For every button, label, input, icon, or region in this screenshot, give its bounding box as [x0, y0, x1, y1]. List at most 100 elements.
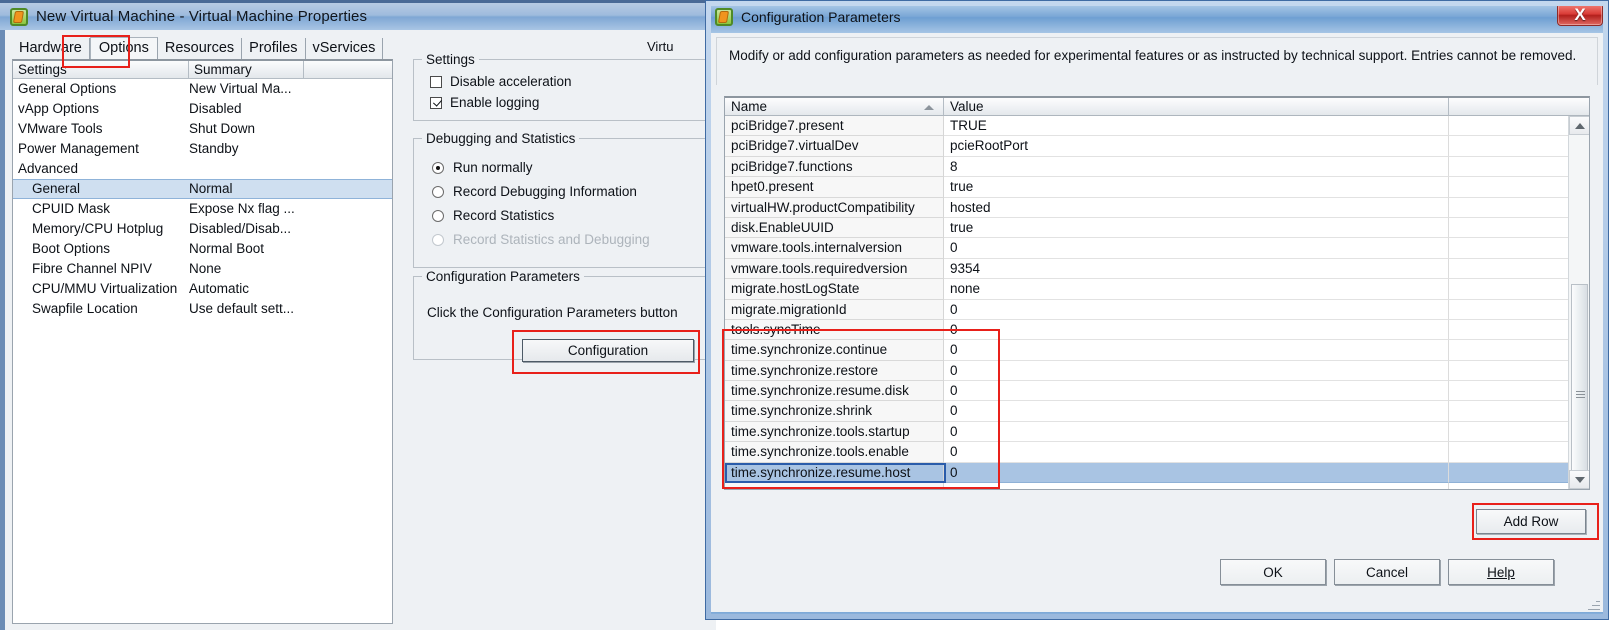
- table-row[interactable]: time.synchronize.resume.disk 0: [725, 381, 1589, 402]
- scroll-up-icon[interactable]: [1569, 116, 1589, 135]
- configuration-parameters-table[interactable]: Name Value pciBridge7.present TRUE pciBrid…: [724, 96, 1590, 490]
- table-cell-name[interactable]: migrate.migrationId: [725, 299, 944, 320]
- cancel-button[interactable]: Cancel: [1334, 559, 1440, 585]
- settings-list-panel[interactable]: Settings Summary General Options New Virt…: [12, 59, 393, 624]
- table-cell-value[interactable]: none: [944, 279, 1449, 300]
- table-cell-name[interactable]: hpet0.present: [725, 177, 944, 198]
- ok-button[interactable]: OK: [1220, 559, 1326, 585]
- checkbox-enable-logging-box[interactable]: [430, 96, 442, 109]
- table-cell-name[interactable]: time.synchronize.resume.disk: [725, 381, 944, 402]
- table-cell-name[interactable]: pciBridge7.virtualDev: [725, 136, 944, 157]
- settings-column-summary[interactable]: Summary: [189, 61, 304, 79]
- settings-row[interactable]: General Normal: [13, 179, 392, 199]
- table-cell-value[interactable]: 0: [944, 442, 1449, 463]
- table-cell-value[interactable]: 0: [944, 360, 1449, 382]
- table-cell-name[interactable]: migrate.hostLogState: [725, 279, 944, 300]
- column-header-name[interactable]: Name: [725, 98, 944, 116]
- table-row[interactable]: virtualHW.productCompatibility hosted: [725, 197, 1589, 218]
- scroll-down-icon[interactable]: [1569, 470, 1589, 489]
- settings-row[interactable]: Swapfile Location Use default sett...: [13, 299, 392, 319]
- settings-row[interactable]: vApp Options Disabled: [13, 99, 392, 119]
- table-cell-value[interactable]: 0: [944, 299, 1449, 320]
- checkbox-disable-acceleration[interactable]: Disable acceleration: [430, 74, 572, 89]
- settings-column-extra[interactable]: [304, 61, 392, 79]
- table-row[interactable]: hpet0.present true: [725, 177, 1589, 198]
- radio-run-normally[interactable]: Run normally: [432, 160, 533, 175]
- table-cell-name[interactable]: time.synchronize.tools.startup: [725, 421, 944, 443]
- radio-run-normally-dot[interactable]: [432, 161, 444, 174]
- table-cell-value[interactable]: 9354: [944, 258, 1449, 280]
- settings-row[interactable]: Advanced: [13, 159, 392, 179]
- settings-column-settings[interactable]: Settings: [13, 61, 189, 79]
- add-row-button[interactable]: Add Row: [1476, 509, 1586, 534]
- table-cell-name[interactable]: time.synchronize.shrink: [725, 401, 944, 422]
- table-row[interactable]: disk.EnableUUID true: [725, 217, 1589, 239]
- settings-row[interactable]: CPUID Mask Expose Nx flag ...: [13, 199, 392, 219]
- close-icon[interactable]: X: [1557, 4, 1603, 26]
- table-cell-value[interactable]: hosted: [944, 197, 1449, 218]
- tab-options[interactable]: Options: [89, 37, 158, 60]
- table-cell-value[interactable]: true: [944, 217, 1449, 239]
- tab-resources[interactable]: Resources: [158, 38, 243, 59]
- table-row[interactable]: time.synchronize.tools.startup 0: [725, 421, 1589, 443]
- settings-row[interactable]: CPU/MMU Virtualization Automatic: [13, 279, 392, 299]
- table-cell-name[interactable]: virtualHW.productCompatibility: [725, 197, 944, 218]
- table-row[interactable]: time.synchronize.restore 0: [725, 360, 1589, 382]
- configuration-button[interactable]: Configuration: [522, 339, 694, 362]
- table-row[interactable]: pciBridge7.virtualDev pcieRootPort: [725, 136, 1589, 157]
- table-row[interactable]: time.synchronize.shrink 0: [725, 401, 1589, 422]
- table-cell-value[interactable]: 0: [944, 462, 1449, 484]
- table-cell-name[interactable]: time.synchronize.resume.host: [725, 462, 944, 484]
- table-cell-name[interactable]: time.synchronize.restore: [725, 360, 944, 382]
- table-row[interactable]: pciBridge7.present TRUE: [725, 116, 1589, 137]
- table-row[interactable]: pciBridge7.functions 8: [725, 156, 1589, 178]
- table-cell-value[interactable]: 0: [944, 340, 1449, 361]
- resize-grip-icon[interactable]: [1588, 598, 1600, 610]
- table-row[interactable]: migrate.hostLogState none: [725, 279, 1589, 300]
- table-cell-value[interactable]: 0: [944, 401, 1449, 422]
- table-row[interactable]: tools.syncTime 0: [725, 319, 1589, 341]
- table-vertical-scrollbar[interactable]: [1568, 116, 1589, 489]
- table-row[interactable]: time.synchronize.resume.host 0: [725, 462, 1589, 484]
- table-row[interactable]: vmware.tools.requiredversion 9354: [725, 258, 1589, 280]
- table-row[interactable]: time.synchronize.continue 0: [725, 340, 1589, 361]
- table-cell-name[interactable]: time.synchronize.continue: [725, 340, 944, 361]
- table-cell-name[interactable]: time.synchronize.tools.enable: [725, 442, 944, 463]
- tab-vservices[interactable]: vServices: [306, 38, 384, 59]
- settings-row[interactable]: Power Management Standby: [13, 139, 392, 159]
- table-cell-name[interactable]: disk.EnableUUID: [725, 217, 944, 239]
- column-header-extra[interactable]: [1449, 98, 1589, 116]
- settings-row[interactable]: General Options New Virtual Ma...: [13, 79, 392, 99]
- table-cell-value[interactable]: 0: [944, 238, 1449, 259]
- checkbox-enable-logging[interactable]: Enable logging: [430, 95, 539, 110]
- radio-record-statistics[interactable]: Record Statistics: [432, 208, 554, 223]
- radio-record-debugging-information-dot[interactable]: [432, 185, 444, 198]
- table-cell-name[interactable]: vmware.tools.internalversion: [725, 238, 944, 259]
- table-cell-name[interactable]: tools.syncTime: [725, 319, 944, 341]
- scrollbar-thumb[interactable]: [1571, 284, 1588, 489]
- settings-row[interactable]: Boot Options Normal Boot: [13, 239, 392, 259]
- table-row[interactable]: vmware.tools.internalversion 0: [725, 238, 1589, 259]
- table-cell-value[interactable]: pcieRootPort: [944, 136, 1449, 157]
- settings-row[interactable]: Fibre Channel NPIV None: [13, 259, 392, 279]
- settings-row[interactable]: VMware Tools Shut Down: [13, 119, 392, 139]
- table-cell-value[interactable]: 0: [944, 421, 1449, 443]
- table-cell-value[interactable]: TRUE: [944, 116, 1449, 137]
- table-cell-value[interactable]: true: [944, 177, 1449, 198]
- table-cell-value[interactable]: 0: [944, 381, 1449, 402]
- cfg-dialog-titlebar[interactable]: Configuration Parameters X: [706, 1, 1608, 33]
- table-cell-name[interactable]: pciBridge7.present: [725, 116, 944, 137]
- radio-record-debugging-information[interactable]: Record Debugging Information: [432, 184, 637, 199]
- table-cell-name[interactable]: pciBridge7.functions: [725, 156, 944, 178]
- table-cell-value[interactable]: 8: [944, 156, 1449, 178]
- column-header-value[interactable]: Value: [944, 98, 1449, 116]
- help-button[interactable]: Help: [1448, 559, 1554, 585]
- tab-profiles[interactable]: Profiles: [242, 38, 306, 59]
- checkbox-disable-acceleration-box[interactable]: [430, 75, 442, 88]
- table-row[interactable]: time.synchronize.tools.enable 0: [725, 442, 1589, 463]
- table-cell-value[interactable]: 0: [944, 319, 1449, 341]
- radio-record-statistics-dot[interactable]: [432, 209, 444, 222]
- settings-row[interactable]: Memory/CPU Hotplug Disabled/Disab...: [13, 219, 392, 239]
- vm-window-titlebar[interactable]: New Virtual Machine - Virtual Machine Pr…: [0, 0, 716, 30]
- tab-hardware[interactable]: Hardware: [12, 38, 90, 59]
